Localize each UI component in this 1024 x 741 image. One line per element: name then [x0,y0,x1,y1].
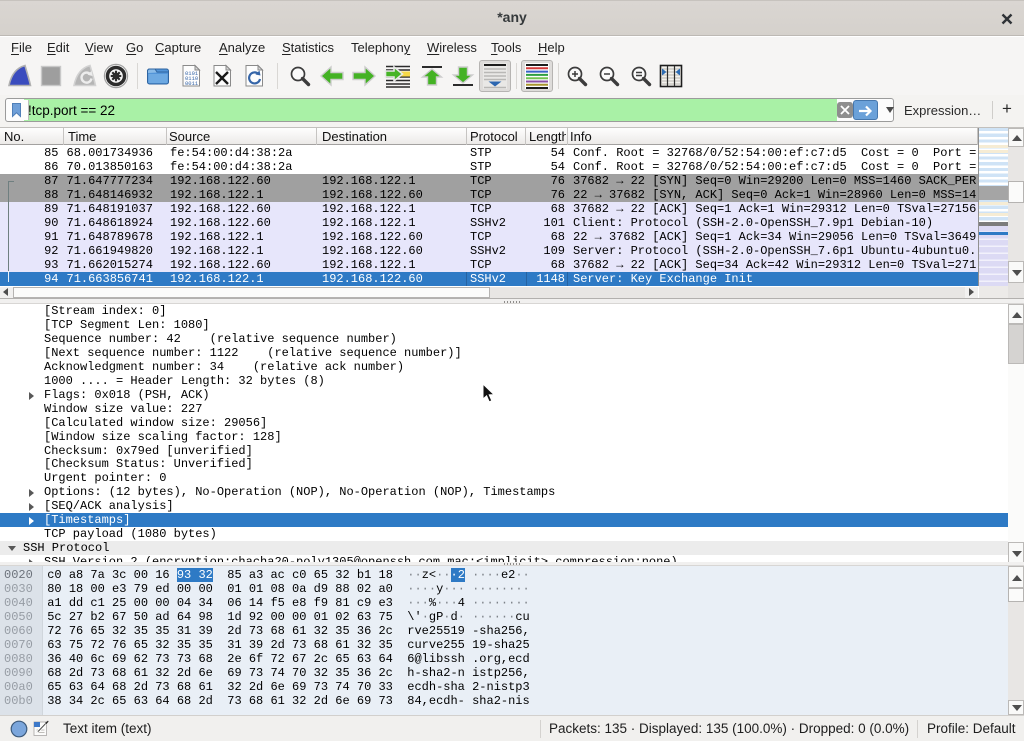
svg-text:0011: 0011 [185,80,199,87]
